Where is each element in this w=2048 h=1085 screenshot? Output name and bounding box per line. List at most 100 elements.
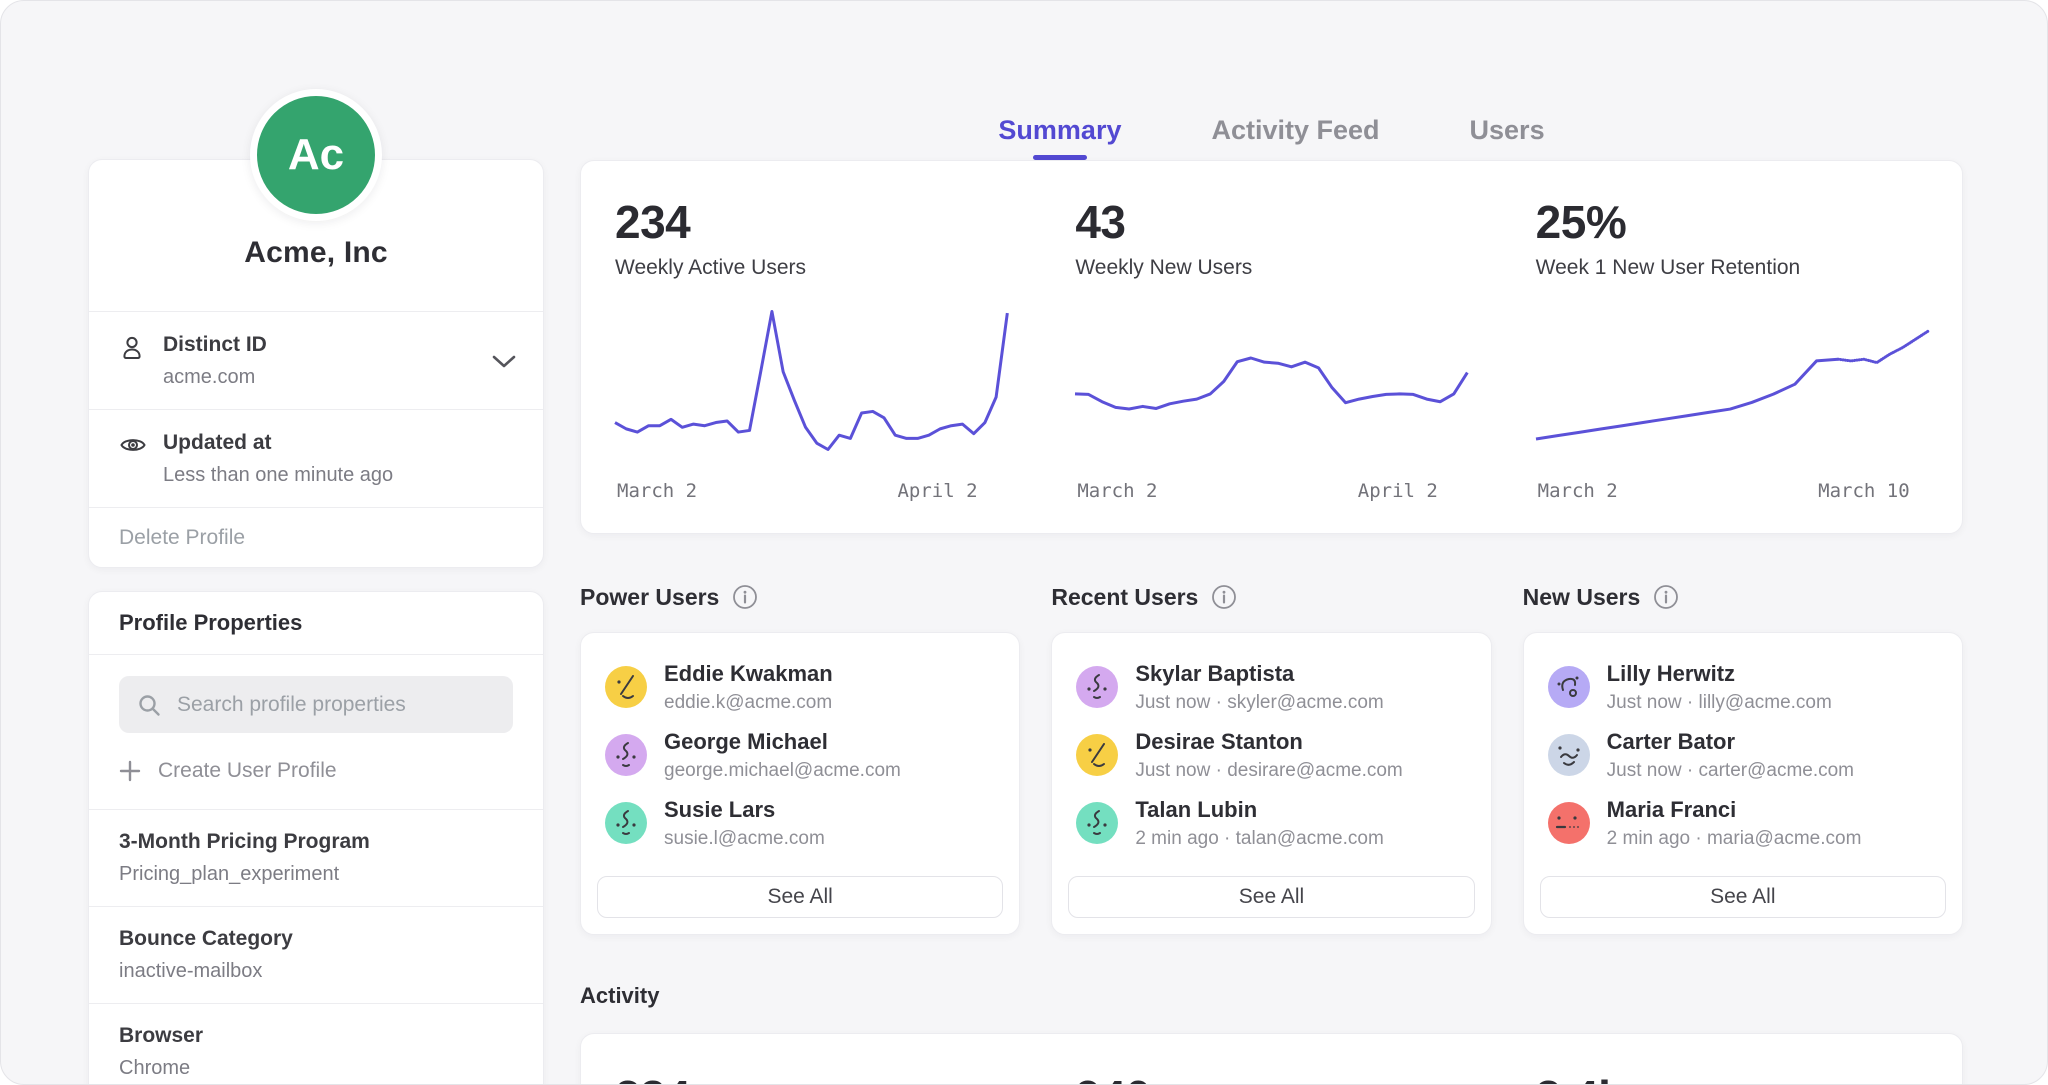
user-row[interactable]: Carter Bator Just now · carter@acme.com: [1540, 721, 1946, 789]
company-name: Acme, Inc: [244, 236, 388, 270]
recent-users-card: Skylar Baptista Just now · skyler@acme.c…: [1051, 632, 1491, 935]
x-axis-tick: April 2: [897, 480, 977, 502]
user-meta: Just now · lilly@acme.com: [1607, 692, 1832, 714]
avatar: [605, 802, 647, 844]
user-meta: Just now · skyler@acme.com: [1135, 692, 1383, 714]
property-value: Pricing_plan_experiment: [119, 863, 513, 886]
company-avatar: Ac: [250, 89, 382, 221]
list-header: New Users: [1523, 581, 1963, 613]
property-name: 3-Month Pricing Program: [119, 830, 513, 854]
avatar: [1548, 666, 1590, 708]
tab-users[interactable]: Users: [1470, 115, 1545, 160]
field-row-distinct-id[interactable]: Distinct ID acme.com: [89, 312, 543, 410]
property-row[interactable]: Browser Chrome: [89, 1004, 543, 1085]
user-row[interactable]: Desirae Stanton Just now · desirare@acme…: [1068, 721, 1474, 789]
recent-users-column: Recent Users: [1051, 581, 1491, 935]
user-info: Lilly Herwitz Just now · lilly@acme.com: [1607, 661, 1832, 714]
user-info: Maria Franci 2 min ago · maria@acme.com: [1607, 797, 1862, 850]
user-row[interactable]: George Michael george.michael@acme.com: [597, 721, 1003, 789]
summary-stats-card: 234 Weekly Active Users March 2 April 2 …: [580, 160, 1963, 534]
field-value: acme.com: [163, 366, 267, 389]
field-label: Updated at: [163, 431, 393, 455]
user-info: Susie Lars susie.l@acme.com: [664, 797, 825, 850]
plus-icon: [119, 760, 141, 782]
user-row[interactable]: Talan Lubin 2 min ago · talan@acme.com: [1068, 789, 1474, 857]
property-row[interactable]: 3-Month Pricing Program Pricing_plan_exp…: [89, 810, 543, 907]
list-header: Power Users: [580, 581, 1020, 613]
x-axis-labels: March 2 March 10: [1536, 480, 1928, 506]
delete-profile-button[interactable]: Delete Profile: [89, 508, 543, 567]
tab-activity-feed[interactable]: Activity Feed: [1211, 115, 1379, 160]
stat-panel-week1-retention: 25% Week 1 New User Retention March 2 Ma…: [1502, 161, 1962, 533]
user-info: Talan Lubin 2 min ago · talan@acme.com: [1135, 797, 1383, 850]
power-users-column: Power Users: [580, 581, 1020, 935]
property-name: Browser: [119, 1024, 513, 1048]
avatar: [1076, 802, 1118, 844]
list-title: Recent Users: [1051, 584, 1198, 611]
profile-properties-card: Profile Properties Create User Profile: [88, 591, 544, 1085]
chevron-down-icon[interactable]: [491, 354, 517, 374]
activity-stat: 3.4k: [1502, 1034, 1962, 1085]
user-meta: Just now · desirare@acme.com: [1135, 760, 1402, 782]
new-users-card: Lilly Herwitz Just now · lilly@acme.com …: [1523, 632, 1963, 935]
search-icon: [137, 693, 161, 717]
search-input[interactable]: [175, 692, 495, 718]
stat-panel-weekly-active-users: 234 Weekly Active Users March 2 April 2: [581, 161, 1041, 533]
user-row[interactable]: Susie Lars susie.l@acme.com: [597, 789, 1003, 857]
search-box[interactable]: [119, 676, 513, 733]
avatar: [1548, 802, 1590, 844]
user-name: Susie Lars: [664, 797, 825, 823]
stat-value: 43: [1075, 197, 1467, 248]
user-info: Skylar Baptista Just now · skyler@acme.c…: [1135, 661, 1383, 714]
user-row[interactable]: Lilly Herwitz Just now · lilly@acme.com: [1540, 653, 1946, 721]
field-content: Distinct ID acme.com: [163, 333, 267, 389]
field-label: Distinct ID: [163, 333, 267, 357]
activity-card: 234 940 3.4k: [580, 1033, 1963, 1085]
user-name: Skylar Baptista: [1135, 661, 1383, 687]
profile-properties-header: Profile Properties: [89, 592, 543, 655]
info-icon[interactable]: [1211, 584, 1237, 610]
see-all-button[interactable]: See All: [1540, 876, 1946, 918]
field-value: Less than one minute ago: [163, 464, 393, 487]
x-axis-tick: March 2: [617, 480, 697, 502]
activity-stat: 234: [581, 1034, 1041, 1085]
property-row[interactable]: Bounce Category inactive-mailbox: [89, 907, 543, 1004]
sparkline-chart: [1536, 304, 1928, 454]
create-user-profile-button[interactable]: Create User Profile: [119, 759, 337, 783]
sparkline-chart: [615, 304, 1007, 454]
list-title: New Users: [1523, 584, 1641, 611]
x-axis-labels: March 2 April 2: [1075, 480, 1467, 506]
user-row[interactable]: Eddie Kwakman eddie.k@acme.com: [597, 653, 1003, 721]
tab-summary[interactable]: Summary: [998, 115, 1121, 160]
avatar: [605, 734, 647, 776]
activity-stat: 940: [1041, 1034, 1501, 1085]
new-users-column: New Users: [1523, 581, 1963, 935]
stat-label: Weekly New Users: [1075, 256, 1467, 280]
profile-tabs: Summary Activity Feed Users: [580, 115, 1963, 160]
see-all-button[interactable]: See All: [597, 876, 1003, 918]
user-name: Carter Bator: [1607, 729, 1854, 755]
info-icon[interactable]: [732, 584, 758, 610]
app-frame: Ac Acme, Inc Distinct ID acme.com: [0, 0, 2048, 1085]
see-all-button[interactable]: See All: [1068, 876, 1474, 918]
avatar: [1548, 734, 1590, 776]
user-lists-row: Power Users: [580, 581, 1963, 935]
user-row[interactable]: Skylar Baptista Just now · skyler@acme.c…: [1068, 653, 1474, 721]
user-meta: eddie.k@acme.com: [664, 692, 833, 714]
profile-properties-title: Profile Properties: [119, 610, 302, 636]
create-user-profile-label: Create User Profile: [158, 759, 337, 783]
info-icon[interactable]: [1653, 584, 1679, 610]
user-meta: Just now · carter@acme.com: [1607, 760, 1854, 782]
x-axis-tick: March 2: [1077, 480, 1157, 502]
stat-value: 25%: [1536, 197, 1928, 248]
list-header: Recent Users: [1051, 581, 1491, 613]
x-axis-tick: March 2: [1538, 480, 1618, 502]
user-row[interactable]: Maria Franci 2 min ago · maria@acme.com: [1540, 789, 1946, 857]
field-content: Updated at Less than one minute ago: [163, 431, 393, 487]
x-axis-tick: April 2: [1358, 480, 1438, 502]
user-info: Carter Bator Just now · carter@acme.com: [1607, 729, 1854, 782]
user-name: George Michael: [664, 729, 901, 755]
stat-panel-weekly-new-users: 43 Weekly New Users March 2 April 2: [1041, 161, 1501, 533]
property-value: inactive-mailbox: [119, 960, 513, 983]
user-meta: susie.l@acme.com: [664, 828, 825, 850]
